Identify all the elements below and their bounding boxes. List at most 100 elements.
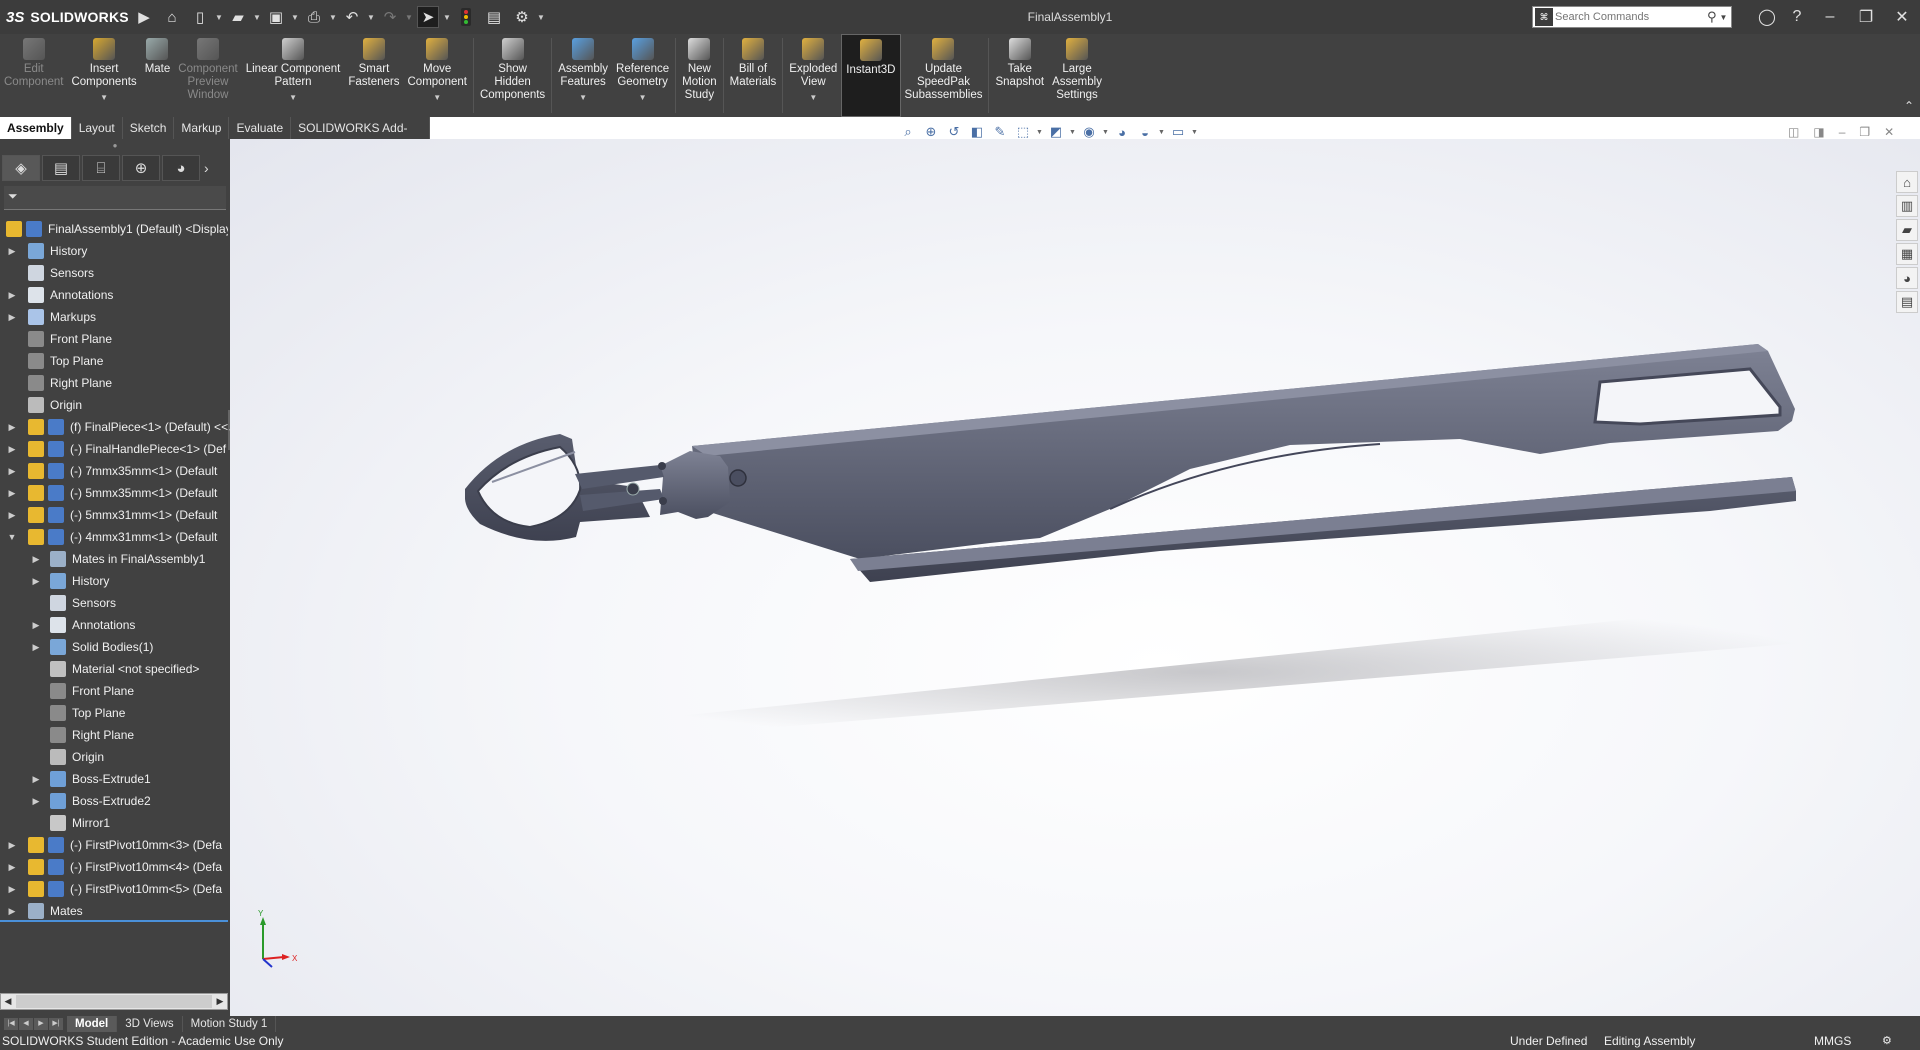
bottom-tab-model[interactable]: Model	[67, 1016, 118, 1032]
cmd-update-speedpak-subassemblies-button[interactable]: Update SpeedPak Subassemblies	[901, 34, 987, 117]
bottom-tab-motion-study-1[interactable]: Motion Study 1	[183, 1016, 277, 1032]
tree-node[interactable]: ▶ (-) FirstPivot10mm<5> (Defa	[0, 878, 228, 900]
expand-arrow-icon[interactable]: ▶	[30, 570, 42, 592]
cmd-bill-of-materials-button[interactable]: Bill of Materials	[726, 34, 781, 117]
displaymanager-tab-icon[interactable]: ◕	[162, 155, 200, 181]
expand-arrow-icon[interactable]: ▶	[30, 614, 42, 636]
expand-arrow-icon[interactable]: ▶	[6, 504, 18, 526]
tree-node[interactable]: Origin	[0, 394, 228, 416]
save-dropdown-icon[interactable]: ▼	[290, 13, 300, 22]
close-icon[interactable]: ✕	[1884, 7, 1920, 27]
tab-evaluate[interactable]: Evaluate	[229, 117, 292, 139]
cmd-show-hidden-components-button[interactable]: Show Hidden Components	[476, 34, 549, 117]
tree-node[interactable]: Material <not specified>	[0, 658, 228, 680]
tree-rollback-bar[interactable]	[0, 920, 228, 922]
options-dropdown-icon[interactable]: ▼	[536, 13, 546, 22]
tree-node[interactable]: ▶ (-) FirstPivot10mm<3> (Defa	[0, 834, 228, 856]
viewport-tile-right-icon[interactable]: ◨	[1813, 125, 1824, 139]
expand-arrow-icon[interactable]: ▶	[30, 768, 42, 790]
chevron-down-icon[interactable]: ▼	[100, 91, 108, 104]
tree-node[interactable]: ▶ (-) 7mmx35mm<1> (Default	[0, 460, 228, 482]
cmd-exploded-view-button[interactable]: Exploded View ▼	[785, 34, 841, 117]
new-dropdown-icon[interactable]: ▼	[214, 13, 224, 22]
chevron-down-icon[interactable]: ▼	[579, 91, 587, 104]
user-account-icon[interactable]: ◯	[1752, 7, 1782, 27]
expand-arrow-icon[interactable]: ▶	[6, 240, 18, 262]
expand-arrow-icon[interactable]: ▶	[6, 460, 18, 482]
tree-node[interactable]: FinalAssembly1 (Default) <Display	[0, 218, 228, 240]
tree-node[interactable]: Front Plane	[0, 328, 228, 350]
tree-node[interactable]: Front Plane	[0, 680, 228, 702]
tree-node[interactable]: ▶ History	[0, 240, 228, 262]
print-icon[interactable]: ⎙	[303, 6, 325, 28]
scroll-right-icon[interactable]: ▶	[213, 994, 227, 1009]
tree-node[interactable]: Sensors	[0, 262, 228, 284]
minimize-icon[interactable]: –	[1812, 8, 1848, 26]
collapse-arrow-icon[interactable]: ▼	[6, 526, 18, 548]
viewport-tile-left-icon[interactable]: ◫	[1788, 125, 1799, 139]
save-icon[interactable]: ▣	[265, 6, 287, 28]
search-dropdown-icon[interactable]: ▼	[1720, 13, 1728, 22]
next-tab-icon[interactable]: ▶	[34, 1018, 48, 1030]
cmd-move-component-button[interactable]: Move Component ▼	[404, 34, 471, 117]
expand-arrow-icon[interactable]: ▶	[6, 438, 18, 460]
undo-icon[interactable]: ↶	[341, 6, 363, 28]
cmd-insert-components-button[interactable]: Insert Components ▼	[67, 34, 140, 117]
expand-arrow-icon[interactable]: ▶	[6, 284, 18, 306]
cmd-assembly-features-button[interactable]: Assembly Features ▼	[554, 34, 612, 117]
chevron-down-icon[interactable]: ▼	[639, 91, 647, 104]
tree-filter[interactable]: ⏷	[4, 186, 226, 210]
tree-node[interactable]: ▼ (-) 4mmx31mm<1> (Default	[0, 526, 228, 548]
select-cursor-icon[interactable]: ➤	[417, 6, 439, 28]
expand-arrow-icon[interactable]: ▶	[6, 482, 18, 504]
tree-node[interactable]: ▶ Markups	[0, 306, 228, 328]
tab-layout[interactable]: Layout	[72, 117, 123, 139]
tree-node[interactable]: ▶ History	[0, 570, 228, 592]
tab-assembly[interactable]: Assembly	[0, 117, 72, 139]
cmd-take-snapshot-button[interactable]: Take Snapshot	[991, 34, 1048, 117]
configurationmanager-tab-icon[interactable]: ⌸	[82, 155, 120, 181]
cmd-smart-fasteners-button[interactable]: Smart Fasteners	[344, 34, 403, 117]
expand-arrow-icon[interactable]: ▶	[6, 900, 18, 922]
tree-node[interactable]: Right Plane	[0, 372, 228, 394]
tree-node[interactable]: ▶ (-) 5mmx35mm<1> (Default	[0, 482, 228, 504]
tree-node[interactable]: Origin	[0, 746, 228, 768]
cmd-linear-component-pattern-button[interactable]: Linear Component Pattern ▼	[242, 34, 345, 117]
help-icon[interactable]: ?	[1782, 8, 1812, 26]
open-dropdown-icon[interactable]: ▼	[252, 13, 262, 22]
featuremanager-tab-icon[interactable]: ◈	[2, 155, 40, 181]
tree-node[interactable]: ▶ Solid Bodies(1)	[0, 636, 228, 658]
file-explorer-icon[interactable]: ▰	[1896, 219, 1918, 241]
expand-arrow-icon[interactable]: ▶	[6, 878, 18, 900]
collapse-ribbon-icon[interactable]: ⌃	[1904, 99, 1914, 113]
tree-node[interactable]: ▶ (f) FinalPiece<1> (Default) <<	[0, 416, 228, 438]
status-units[interactable]: MMGS	[1814, 1032, 1851, 1050]
print-dropdown-icon[interactable]: ▼	[328, 13, 338, 22]
chevron-down-icon[interactable]: ▼	[289, 91, 297, 104]
options-gear-icon[interactable]: ⚙	[511, 6, 533, 28]
last-tab-icon[interactable]: ▶|	[49, 1018, 63, 1030]
tree-node[interactable]: Top Plane	[0, 702, 228, 724]
search-mode-icon[interactable]: ⌘	[1535, 8, 1553, 26]
tree-node[interactable]: Top Plane	[0, 350, 228, 372]
prev-tab-icon[interactable]: ◀	[19, 1018, 33, 1030]
cmd-instant3d-button[interactable]: Instant3D	[841, 34, 901, 117]
propertymanager-tab-icon[interactable]: ▤	[42, 155, 80, 181]
expand-arrow-icon[interactable]: ▶	[6, 416, 18, 438]
tree-node[interactable]: ▶ (-) FirstPivot10mm<4> (Defa	[0, 856, 228, 878]
chevron-down-icon[interactable]: ▼	[433, 91, 441, 104]
cmd-reference-geometry-button[interactable]: Reference Geometry ▼	[612, 34, 673, 117]
tree-node[interactable]: ▶ Annotations	[0, 614, 228, 636]
tree-node[interactable]: ▶ Mates in FinalAssembly1	[0, 548, 228, 570]
cmd-mate-button[interactable]: Mate	[141, 34, 175, 117]
expand-arrow-icon[interactable]: ▶	[6, 834, 18, 856]
undo-dropdown-icon[interactable]: ▼	[366, 13, 376, 22]
dimxpertmanager-tab-icon[interactable]: ⊕	[122, 155, 160, 181]
expand-arrow-icon[interactable]: ▶	[30, 548, 42, 570]
chevron-down-icon[interactable]: ▼	[809, 91, 817, 104]
home-icon[interactable]: ⌂	[161, 6, 183, 28]
expand-menu-icon[interactable]: ▶	[133, 6, 155, 28]
expand-arrow-icon[interactable]: ▶	[6, 306, 18, 328]
restore-icon[interactable]: ❐	[1848, 7, 1884, 27]
cmd-large-assembly-settings-button[interactable]: Large Assembly Settings	[1048, 34, 1106, 117]
